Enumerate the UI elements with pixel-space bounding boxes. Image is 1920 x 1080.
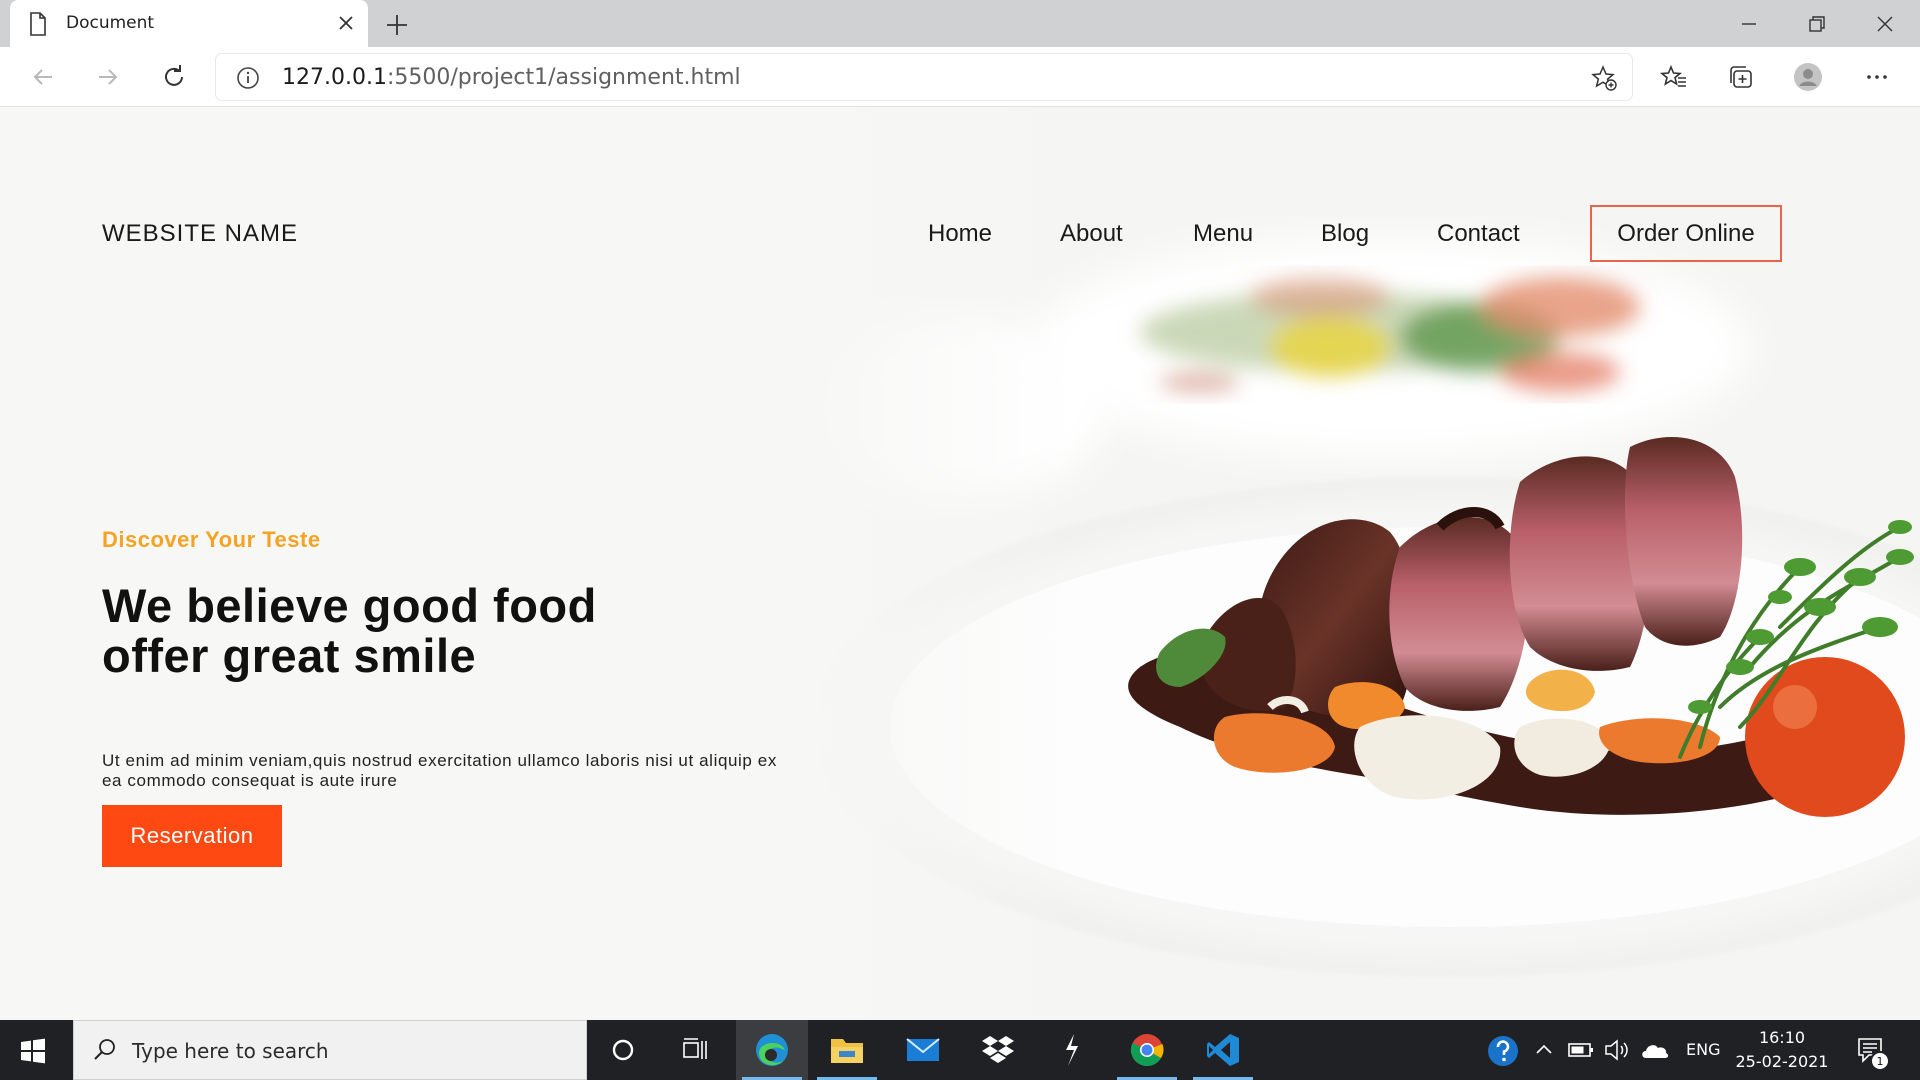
taskbar-vscode[interactable]	[1187, 1020, 1259, 1080]
edge-icon	[756, 1034, 788, 1066]
help-icon[interactable]	[1486, 1034, 1520, 1068]
nav-about[interactable]: About	[1060, 220, 1123, 248]
reservation-button[interactable]: Reservation	[102, 805, 282, 867]
clock-time: 16:10	[1758, 1028, 1806, 1047]
profile-avatar-icon[interactable]	[1793, 62, 1823, 92]
task-view-button[interactable]	[659, 1020, 731, 1080]
headline-line-2: offer great smile	[102, 629, 477, 682]
taskbar-chrome[interactable]	[1111, 1020, 1183, 1080]
url-path: :5500/project1/assignment.html	[386, 65, 741, 90]
address-bar[interactable]: 127.0.0.1:5500/project1/assignment.html	[216, 54, 1632, 100]
file-explorer-icon	[831, 1039, 863, 1063]
back-icon[interactable]	[28, 62, 58, 92]
search-icon	[94, 1039, 115, 1060]
mail-icon	[906, 1038, 940, 1061]
minimize-icon[interactable]	[1736, 11, 1762, 37]
battery-icon[interactable]	[1568, 1040, 1594, 1060]
dropbox-icon	[982, 1036, 1014, 1063]
clock-date: 25-02-2021	[1735, 1052, 1829, 1071]
headline-line-1: We believe good food	[102, 579, 597, 632]
vscode-icon	[1207, 1034, 1239, 1066]
task-view-icon	[683, 1038, 707, 1059]
taskbar-app[interactable]	[1036, 1020, 1108, 1080]
taskbar: Type here to search ENG 16:10 25-02-2021…	[0, 1020, 1920, 1080]
taskbar-edge[interactable]	[736, 1020, 808, 1080]
nav-menu[interactable]: Menu	[1193, 220, 1253, 248]
windows-start-icon[interactable]	[20, 1038, 46, 1064]
add-favorite-icon[interactable]	[1590, 64, 1618, 92]
taskbar-file-explorer[interactable]	[811, 1020, 883, 1080]
input-language[interactable]: ENG	[1686, 1040, 1720, 1059]
url-text[interactable]: 127.0.0.1:5500/project1/assignment.html	[282, 65, 741, 90]
cortana-button[interactable]	[587, 1020, 659, 1080]
site-name[interactable]: WEBSITE NAME	[102, 220, 298, 248]
taskbar-dropbox[interactable]	[962, 1020, 1034, 1080]
chevron-up-icon[interactable]	[1534, 1040, 1554, 1060]
more-menu-icon[interactable]	[1862, 62, 1892, 92]
notification-badge: 1	[1870, 1051, 1890, 1071]
document-icon	[30, 12, 46, 36]
close-window-icon[interactable]	[1872, 11, 1898, 37]
nav-blog[interactable]: Blog	[1321, 220, 1369, 248]
hero-headline: We believe good food offer great smile	[102, 581, 822, 681]
taskbar-mail[interactable]	[887, 1020, 959, 1080]
hero-body-text: Ut enim ad minim veniam,quis nostrud exe…	[102, 751, 777, 790]
refresh-icon[interactable]	[159, 62, 189, 92]
volume-icon[interactable]	[1604, 1038, 1632, 1062]
url-host: 127.0.0.1	[282, 65, 387, 90]
hero-kicker: Discover Your Teste	[102, 527, 321, 552]
browser-toolbar: 127.0.0.1:5500/project1/assignment.html	[0, 47, 1920, 107]
order-online-button[interactable]: Order Online	[1590, 205, 1782, 262]
app-icon	[1066, 1034, 1078, 1066]
onedrive-icon[interactable]	[1640, 1040, 1670, 1060]
tab-strip: Document	[0, 0, 1920, 47]
new-tab-icon[interactable]	[384, 12, 410, 38]
restore-icon[interactable]	[1804, 11, 1830, 37]
favorites-icon[interactable]	[1659, 62, 1689, 92]
nav-home[interactable]: Home	[928, 220, 992, 248]
collections-icon[interactable]	[1726, 62, 1756, 92]
cortana-icon	[612, 1039, 634, 1061]
taskbar-search-box[interactable]: Type here to search	[73, 1020, 587, 1080]
page-viewport: WEBSITE NAME Home About Menu Blog Contac…	[0, 107, 1920, 1020]
nav-contact[interactable]: Contact	[1437, 220, 1520, 248]
search-placeholder: Type here to search	[132, 1039, 329, 1063]
info-icon[interactable]	[236, 66, 260, 90]
close-tab-icon[interactable]	[336, 13, 356, 33]
chrome-icon	[1130, 1034, 1164, 1067]
browser-tab[interactable]: Document	[10, 0, 368, 47]
taskbar-clock[interactable]: 16:10 25-02-2021	[1726, 1026, 1838, 1074]
tab-title: Document	[66, 13, 155, 33]
forward-icon[interactable]	[93, 62, 123, 92]
